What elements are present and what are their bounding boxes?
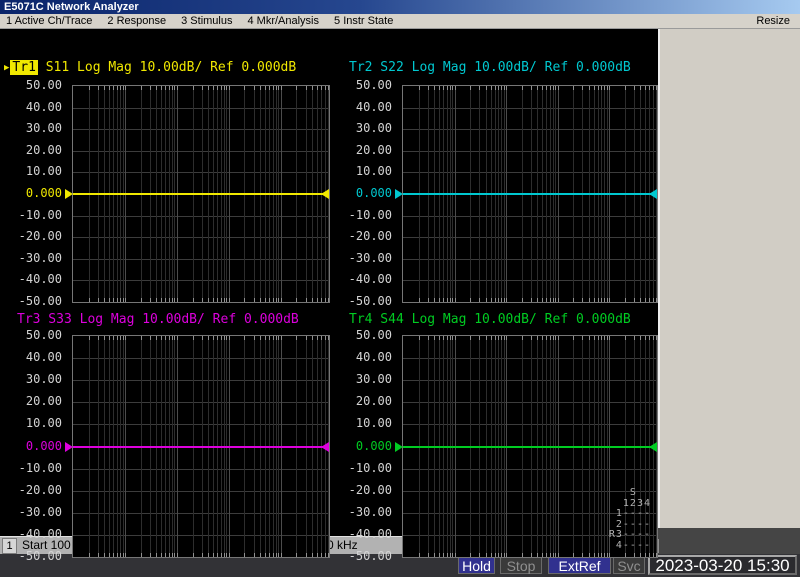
y-axis-label: 40.00 — [2, 349, 62, 365]
datetime-display: 2023-03-20 15:30 — [648, 555, 797, 575]
trace-start-marker-icon — [65, 442, 73, 452]
status-extref: ExtRef — [548, 557, 611, 574]
trace-start-marker-icon — [395, 442, 403, 452]
menu-stimulus[interactable]: 3 Stimulus — [181, 15, 232, 27]
y-axis-label: -50.00 — [332, 293, 392, 309]
graticule-tr1 — [72, 85, 330, 303]
trace-title: S11 Log Mag 10.00dB/ Ref 0.000dB — [38, 60, 296, 75]
y-axis-label: 50.00 — [2, 77, 62, 93]
y-axis-label: -40.00 — [2, 271, 62, 287]
y-axis-label: 50.00 — [332, 327, 392, 343]
menu-response[interactable]: 2 Response — [107, 15, 166, 27]
trace-line-tr2 — [403, 193, 657, 195]
trace-stop-marker-icon — [321, 442, 329, 452]
e5071c-screen: E5071C Network Analyzer 1 Active Ch/Trac… — [0, 0, 800, 577]
y-axis-label: -20.00 — [2, 228, 62, 244]
trace-header-tr4[interactable]: Tr4 S44 Log Mag 10.00dB/ Ref 0.000dB — [336, 312, 631, 328]
status-hold: Hold — [458, 557, 495, 574]
trace-line-tr3 — [73, 446, 329, 448]
sidebar-bottom-strip — [658, 528, 800, 554]
trace-header-tr2[interactable]: Tr2 S22 Log Mag 10.00dB/ Ref 0.000dB — [336, 60, 631, 76]
trace-header-tr1[interactable]: ▶Tr1 S11 Log Mag 10.00dB/ Ref 0.000dB — [4, 60, 296, 76]
menu-mkr-analysis[interactable]: 4 Mkr/Analysis — [247, 15, 319, 27]
trace-line-tr1 — [73, 193, 329, 195]
y-axis-label: -10.00 — [332, 460, 392, 476]
graticule-tr4: S 1234 1---- 2---- R3---- 4---- — [402, 335, 658, 558]
y-axis-label: -40.00 — [2, 526, 62, 542]
y-axis-label: -30.00 — [2, 250, 62, 266]
y-axis-label: 30.00 — [2, 120, 62, 136]
instrument-display: ▶Tr1 S11 Log Mag 10.00dB/ Ref 0.000dB50.… — [0, 29, 658, 536]
s-parameter-matrix: S 1234 1---- 2---- R3---- 4---- — [609, 488, 651, 551]
menu-active-ch-trace[interactable]: 1 Active Ch/Trace — [6, 15, 92, 27]
trace-stop-marker-icon — [321, 189, 329, 199]
menu-bar: 1 Active Ch/Trace 2 Response 3 Stimulus … — [0, 14, 800, 29]
title-bar[interactable]: E5071C Network Analyzer — [0, 0, 800, 14]
y-axis-label: 10.00 — [332, 415, 392, 431]
window-title: E5071C Network Analyzer — [4, 1, 139, 13]
y-axis-label: -30.00 — [332, 504, 392, 520]
ref-level-label-tr2: 0.000 — [332, 185, 392, 201]
trace-line-tr4 — [403, 446, 657, 448]
y-axis-label: 30.00 — [2, 371, 62, 387]
trace-stop-marker-icon — [649, 189, 657, 199]
menu-instr-state[interactable]: 5 Instr State — [334, 15, 393, 27]
y-axis-label: 40.00 — [2, 99, 62, 115]
trace-title: Tr4 S44 Log Mag 10.00dB/ Ref 0.000dB — [336, 312, 631, 327]
active-trace-chip: Tr1 — [10, 60, 37, 75]
ref-level-label-tr4: 0.000 — [332, 438, 392, 454]
graticule-tr3 — [72, 335, 330, 558]
y-axis-label: 30.00 — [332, 371, 392, 387]
y-axis-label: 20.00 — [2, 142, 62, 158]
trace-start-marker-icon — [395, 189, 403, 199]
status-svc: Svc — [613, 557, 645, 574]
y-axis-label: 50.00 — [2, 327, 62, 343]
trace-title: Tr3 S33 Log Mag 10.00dB/ Ref 0.000dB — [4, 312, 299, 327]
softkey-sidebar — [658, 29, 800, 528]
active-trace-arrow-icon: ▶ — [4, 63, 9, 73]
y-axis-label: 10.00 — [2, 415, 62, 431]
y-axis-label: -30.00 — [332, 250, 392, 266]
y-axis-label: 30.00 — [332, 120, 392, 136]
y-axis-label: 10.00 — [2, 163, 62, 179]
y-axis-label: -10.00 — [2, 207, 62, 223]
menu-resize[interactable]: Resize — [756, 15, 790, 27]
y-axis-label: 40.00 — [332, 99, 392, 115]
trace-start-marker-icon — [65, 189, 73, 199]
graticule-tr2 — [402, 85, 658, 303]
y-axis-label: -10.00 — [332, 207, 392, 223]
ref-level-label-tr1: 0.000 — [2, 185, 62, 201]
y-axis-label: -20.00 — [332, 482, 392, 498]
y-axis-label: -50.00 — [2, 548, 62, 564]
y-axis-label: 50.00 — [332, 77, 392, 93]
ref-level-label-tr3: 0.000 — [2, 438, 62, 454]
trace-title: Tr2 S22 Log Mag 10.00dB/ Ref 0.000dB — [336, 60, 631, 75]
y-axis-label: -40.00 — [332, 271, 392, 287]
y-axis-label: 20.00 — [2, 393, 62, 409]
status-stop: Stop — [500, 557, 542, 574]
y-axis-label: -20.00 — [332, 228, 392, 244]
y-axis-label: 10.00 — [332, 163, 392, 179]
y-axis-label: -30.00 — [2, 504, 62, 520]
y-axis-label: -10.00 — [2, 460, 62, 476]
y-axis-label: -50.00 — [332, 548, 392, 564]
trace-header-tr3[interactable]: Tr3 S33 Log Mag 10.00dB/ Ref 0.000dB — [4, 312, 299, 328]
y-axis-label: -50.00 — [2, 293, 62, 309]
trace-stop-marker-icon — [649, 442, 657, 452]
y-axis-label: 40.00 — [332, 349, 392, 365]
y-axis-label: 20.00 — [332, 393, 392, 409]
y-axis-label: -20.00 — [2, 482, 62, 498]
y-axis-label: 20.00 — [332, 142, 392, 158]
y-axis-label: -40.00 — [332, 526, 392, 542]
